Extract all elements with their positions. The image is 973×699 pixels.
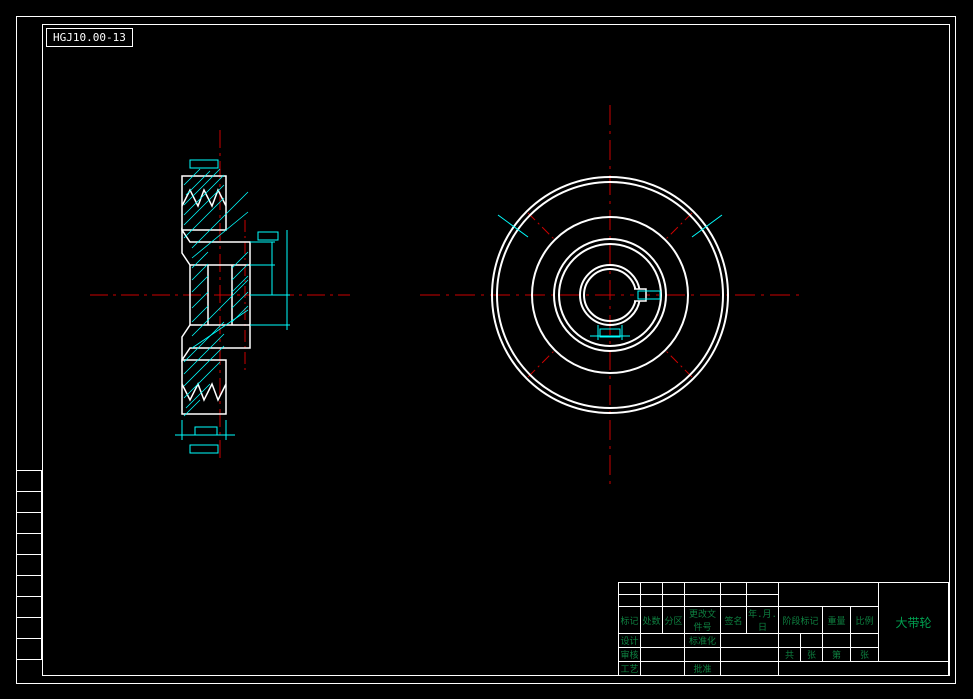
tb-gong: 共 [779,648,801,662]
drawing-id: HGJ10.00-13 [46,28,133,47]
part-name: 大带轮 [895,616,931,630]
tb-approve: 批准 [685,662,721,676]
title-block: 大带轮 标记 处数 分区 更改文件号 签名 年.月.日 阶段标记 重量 比例 设… [618,582,949,676]
tb-zhang1: 张 [801,648,823,662]
tb-r1-1: 处数 [641,607,663,634]
tb-scale: 比例 [851,607,879,634]
drawing-id-text: HGJ10.00-13 [53,31,126,44]
tb-tech: 工艺 [619,662,641,676]
tb-r1-3: 更改文件号 [685,607,721,634]
tb-design: 设计 [619,634,641,648]
tb-weight: 重量 [823,607,851,634]
tb-zhang2: 张 [851,648,879,662]
tb-r1-0: 标记 [619,607,641,634]
tb-std: 标准化 [685,634,721,648]
tb-di: 第 [823,648,851,662]
tb-r1-5: 年.月.日 [747,607,779,634]
revision-boxes [16,470,42,659]
tb-stage: 阶段标记 [779,607,823,634]
tb-r1-4: 签名 [721,607,747,634]
section-view [90,130,350,460]
front-view [420,105,800,485]
tb-check: 审核 [619,648,641,662]
tb-r1-2: 分区 [663,607,685,634]
